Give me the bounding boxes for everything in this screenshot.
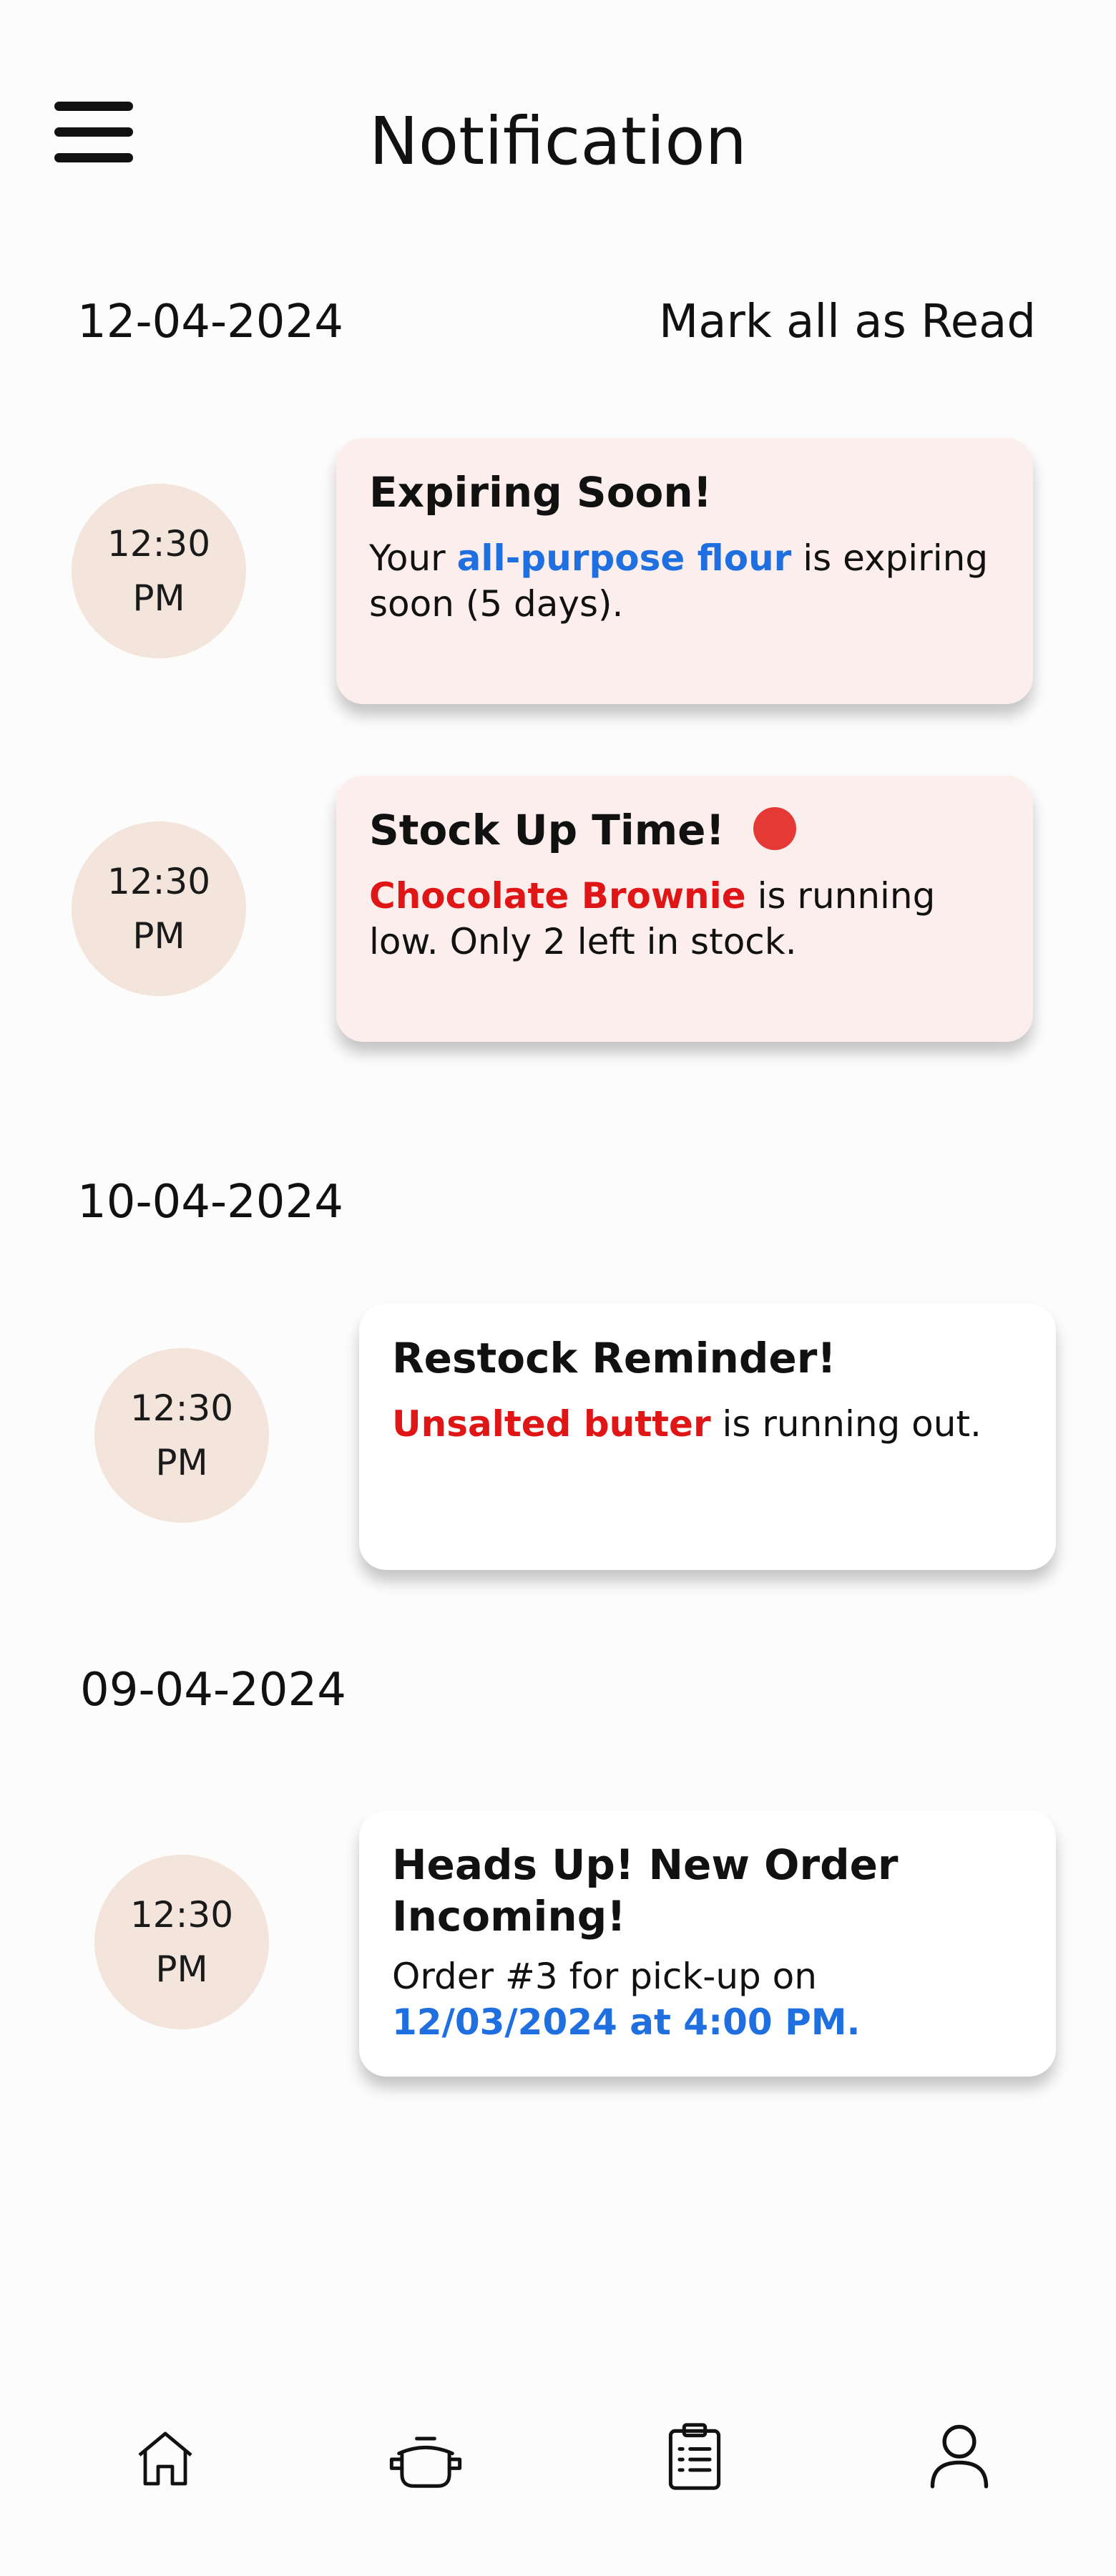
nav-profile[interactable] — [913, 2409, 1006, 2502]
body-text: Your — [369, 537, 457, 579]
body-highlight: 12/03/2024 at 4:00 PM. — [392, 2001, 861, 2043]
notification-body: Order #3 for pick-up on 12/03/2024 at 4:… — [392, 1953, 1023, 2045]
notification-title-text: Stock Up Time! — [369, 806, 725, 854]
date-heading: 09-04-2024 — [80, 1664, 346, 1717]
notification-card[interactable]: Stock Up Time! Chocolate Brownie is runn… — [336, 776, 1033, 1042]
time-bubble: 12:30 PM — [72, 821, 246, 996]
time-period: PM — [132, 577, 185, 619]
body-highlight: Unsalted butter — [392, 1403, 711, 1445]
time-hour: 12:30 — [107, 861, 211, 902]
page-title: Notification — [369, 103, 747, 180]
time-bubble: 12:30 PM — [94, 1855, 269, 2029]
mark-all-read-button[interactable]: Mark all as Read — [659, 293, 1036, 351]
cooking-pot-icon — [389, 2436, 462, 2488]
unread-dot-icon — [753, 806, 796, 850]
nav-pantry[interactable] — [379, 2413, 472, 2506]
nav-orders[interactable] — [648, 2410, 741, 2503]
date-heading: 12-04-2024 — [77, 296, 343, 348]
clipboard-list-icon — [668, 2423, 721, 2490]
time-bubble: 12:30 PM — [72, 484, 246, 658]
notification-body: Unsalted butter is running out. — [392, 1401, 1023, 1447]
notification-body: Chocolate Brownie is running low. Only 2… — [369, 873, 1000, 965]
notification-body: Your all-purpose flour is expiring soon … — [369, 535, 1000, 627]
time-period: PM — [155, 1948, 208, 1990]
notification-title: Stock Up Time! — [369, 804, 1000, 856]
time-hour: 12:30 — [129, 1894, 234, 1936]
home-icon — [138, 2431, 192, 2486]
body-text: is running out. — [710, 1403, 982, 1445]
notification-card[interactable]: Expiring Soon! Your all-purpose flour is… — [336, 438, 1033, 704]
time-hour: 12:30 — [107, 523, 211, 565]
time-bubble: 12:30 PM — [94, 1348, 269, 1523]
notification-title: Expiring Soon! — [369, 468, 713, 517]
nav-home[interactable] — [119, 2413, 212, 2506]
time-period: PM — [132, 915, 185, 957]
notification-title: Heads Up! New Order Incoming! — [392, 1840, 899, 1941]
body-text: Order #3 for pick-up on — [392, 1956, 817, 1997]
body-highlight: Chocolate Brownie — [369, 875, 746, 917]
notification-title: Restock Reminder! — [392, 1334, 836, 1382]
time-period: PM — [155, 1442, 208, 1483]
time-hour: 12:30 — [129, 1387, 234, 1429]
date-heading: 10-04-2024 — [77, 1176, 343, 1229]
body-highlight: all-purpose flour — [456, 537, 792, 579]
user-profile-icon — [930, 2424, 989, 2489]
notification-card[interactable]: Restock Reminder! Unsalted butter is run… — [359, 1304, 1056, 1570]
notification-card[interactable]: Heads Up! New Order Incoming! Order #3 f… — [359, 1810, 1056, 2077]
